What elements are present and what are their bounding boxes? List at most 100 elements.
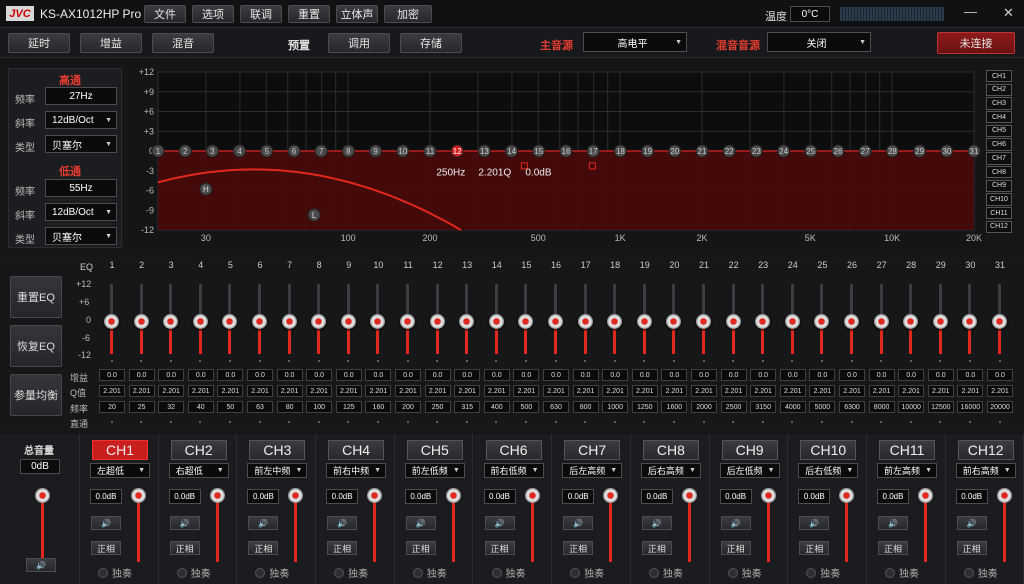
channel-assign-select[interactable]: 前右高频 ▼ [955, 463, 1016, 478]
channel-assign-select[interactable]: 右超低 ▼ [168, 463, 229, 478]
eq-bypass-dot[interactable] [406, 421, 409, 423]
channel-db-field[interactable]: 0.0dB [483, 489, 516, 504]
eq-gain-field[interactable]: 0.0 [661, 369, 688, 381]
eq-freq-field[interactable]: 315 [454, 401, 481, 413]
eq-q-field[interactable]: 2.201 [335, 385, 362, 397]
eq-q-field[interactable]: 2.201 [424, 385, 451, 397]
eq-freq-field[interactable]: 8000 [868, 401, 895, 413]
channel-db-field[interactable]: 0.0dB [877, 489, 909, 504]
eq-freq-field[interactable]: 2000 [691, 401, 717, 413]
menu-file[interactable]: 文件 [144, 5, 186, 23]
eq-q-field[interactable]: 2.201 [247, 385, 273, 397]
channel-solo-toggle[interactable]: 独奏 [885, 565, 919, 580]
eq-slider-knob[interactable] [133, 314, 149, 329]
eq-q-field[interactable]: 2.201 [217, 385, 244, 397]
eq-gain-field[interactable]: 0.0 [572, 369, 599, 381]
eq-gain-field[interactable]: 0.0 [276, 369, 303, 381]
channel-volume-knob[interactable] [996, 488, 1012, 503]
channel-tab[interactable]: CH8 [642, 440, 699, 460]
channel-phase-button[interactable]: 正相 [248, 541, 279, 555]
master-knob[interactable] [35, 488, 50, 503]
channel-volume-knob[interactable] [209, 488, 225, 503]
eq-slider-knob[interactable] [696, 314, 711, 329]
ch-list-ch12[interactable]: CH12 [986, 220, 1012, 233]
eq-freq-field[interactable]: 5000 [809, 401, 836, 413]
eq-slider-knob[interactable] [666, 314, 682, 329]
eq-gain-field[interactable]: 0.0 [483, 369, 510, 381]
channel-volume-knob[interactable] [603, 488, 619, 503]
channel-phase-button[interactable]: 正相 [563, 541, 594, 555]
eq-bypass-dot[interactable] [228, 421, 231, 423]
channel-solo-toggle[interactable]: 独奏 [648, 565, 683, 580]
eq-slider-knob[interactable] [429, 314, 445, 329]
hp-slope-select[interactable]: 12dB/Oct ▼ [45, 111, 117, 129]
eq-slider-knob[interactable] [873, 314, 889, 329]
channel-solo-toggle[interactable]: 独奏 [98, 565, 132, 580]
eq-gain-field[interactable]: 0.0 [217, 369, 244, 381]
channel-solo-toggle[interactable]: 独奏 [491, 565, 526, 580]
ch-list-ch2[interactable]: CH2 [986, 83, 1012, 97]
eq-q-field[interactable]: 2.201 [691, 385, 717, 397]
channel-assign-select[interactable]: 前左中频 ▼ [247, 463, 308, 478]
eq-bypass-dot[interactable] [169, 421, 172, 423]
channel-tab[interactable]: CH4 [328, 440, 385, 460]
master-speaker-button[interactable]: 🔊 [26, 558, 56, 572]
eq-q-field[interactable]: 2.201 [187, 385, 214, 397]
menu-options[interactable]: 选项 [192, 5, 234, 23]
eq-q-field[interactable]: 2.201 [631, 385, 658, 397]
eq-bypass-dot[interactable] [672, 421, 675, 423]
channel-db-field[interactable]: 0.0dB [247, 489, 280, 504]
eq-response-graph[interactable]: +12+9+6+30-3-6-9-1230 100 200 500 1K 2K 5K 10K 2… [128, 64, 984, 250]
channel-solo-toggle[interactable]: 独奏 [727, 565, 762, 580]
eq-gain-field[interactable]: 0.0 [779, 369, 806, 381]
eq-bypass-dot[interactable] [465, 421, 468, 423]
eq-freq-field[interactable]: 3150 [750, 401, 777, 413]
eq-gain-field[interactable]: 0.0 [750, 369, 777, 381]
eq-q-field[interactable]: 2.201 [898, 385, 925, 397]
eq-bypass-dot[interactable] [761, 421, 764, 423]
eq-freq-field[interactable]: 1250 [631, 401, 658, 413]
channel-assign-select[interactable]: 后左高频 ▼ [562, 463, 623, 478]
channel-solo-toggle[interactable]: 独奏 [963, 565, 998, 580]
eq-bypass-dot[interactable] [347, 421, 350, 423]
eq-gain-field[interactable]: 0.0 [868, 369, 895, 381]
channel-assign-select[interactable]: 后右低频 ▼ [798, 463, 859, 478]
channel-mute-button[interactable]: 🔊 [641, 516, 672, 530]
eq-freq-field[interactable]: 25 [128, 401, 155, 413]
eq-gain-field[interactable]: 0.0 [187, 369, 214, 381]
channel-mute-button[interactable]: 🔊 [405, 516, 436, 530]
channel-tab[interactable]: CH5 [406, 440, 463, 460]
channel-mute-button[interactable]: 🔊 [720, 516, 751, 530]
eq-q-field[interactable]: 2.201 [454, 385, 481, 397]
eq-freq-field[interactable]: 1000 [602, 401, 629, 413]
menu-reset[interactable]: 重置 [288, 5, 330, 23]
eq-bypass-dot[interactable] [436, 421, 439, 423]
eq-slider-knob[interactable] [784, 314, 800, 329]
hp-freq-field[interactable]: 27Hz [45, 87, 117, 105]
reset-eq-button[interactable]: 重置EQ [10, 276, 62, 318]
menu-link[interactable]: 联调 [240, 5, 282, 23]
eq-bypass-dot[interactable] [643, 421, 646, 423]
eq-freq-field[interactable]: 400 [483, 401, 510, 413]
eq-bypass-dot[interactable] [110, 421, 113, 423]
eq-bypass-dot[interactable] [939, 421, 942, 423]
eq-gain-field[interactable]: 0.0 [99, 369, 125, 381]
eq-q-field[interactable]: 2.201 [750, 385, 777, 397]
eq-slider-knob[interactable] [607, 314, 623, 329]
ch-list-ch5[interactable]: CH5 [986, 124, 1012, 138]
eq-freq-field[interactable]: 1600 [661, 401, 688, 413]
lp-freq-field[interactable]: 55Hz [45, 179, 117, 197]
eq-gain-field[interactable]: 0.0 [158, 369, 185, 381]
eq-slider-knob[interactable] [755, 314, 771, 329]
eq-q-field[interactable]: 2.201 [957, 385, 984, 397]
channel-mute-button[interactable]: 🔊 [169, 516, 200, 530]
channel-db-field[interactable]: 0.0dB [798, 489, 831, 504]
channel-phase-button[interactable]: 正相 [799, 541, 830, 555]
ch-list-ch7[interactable]: CH7 [986, 152, 1012, 165]
channel-assign-select[interactable]: 后右高频 ▼ [640, 463, 701, 478]
eq-gain-field[interactable]: 0.0 [128, 369, 155, 381]
restore-eq-button[interactable]: 恢复EQ [10, 325, 62, 367]
eq-q-field[interactable]: 2.201 [158, 385, 185, 397]
eq-bypass-dot[interactable] [820, 421, 823, 423]
eq-q-field[interactable]: 2.201 [720, 385, 747, 397]
